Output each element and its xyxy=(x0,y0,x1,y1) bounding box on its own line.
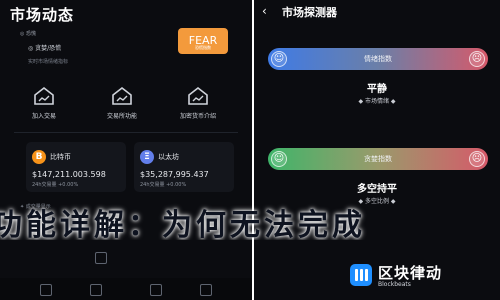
fear-label: ◎ 恐慌 xyxy=(20,31,36,37)
coin-change: 24h交易量 +0.00% xyxy=(32,182,79,188)
home-icon[interactable] xyxy=(95,252,107,264)
coin-name: 以太坊 xyxy=(158,153,179,161)
nav-market-icon[interactable] xyxy=(90,284,102,296)
overlay-headline: 功能详解：为何无法完成 xyxy=(0,208,366,240)
sentiment-value: 平静 xyxy=(367,84,387,95)
back-arrow-icon[interactable]: ‹ xyxy=(262,4,276,18)
header: ‹ 市场探测器 xyxy=(254,0,500,24)
shortcut-row: 加入交易 交易所功能 加密货币介绍 xyxy=(0,84,252,124)
brand-sub: Blockbeats xyxy=(378,281,411,288)
shortcut-crypto[interactable]: 加密货币介绍 xyxy=(168,84,228,120)
fear-button-sub: 恐慌指数 xyxy=(195,45,211,50)
frown-icon: ☹ xyxy=(469,151,485,167)
bitcoin-icon: B xyxy=(32,150,46,164)
shortcut-label: 加入交易 xyxy=(31,113,56,120)
home-chart-icon xyxy=(188,86,208,105)
sentiment-label: ◎ 贪婪/恐慌 xyxy=(28,45,62,52)
brand-name: 区块律动 xyxy=(378,264,443,282)
brand-logo-block: 区块律动 Blockbeats xyxy=(350,262,500,290)
sentiment-gauge[interactable]: ☺ 情绪指数 ☹ xyxy=(268,48,488,70)
sentiment-note: ◆ 市场情绪 ◆ xyxy=(358,98,396,105)
home-chart-icon xyxy=(112,86,132,105)
ethereum-icon: Ξ xyxy=(140,150,154,164)
greed-value: 多空持平 xyxy=(357,184,397,195)
frown-icon: ☹ xyxy=(469,51,485,67)
gauge-label: 贪婪指数 xyxy=(364,155,392,163)
coin-price: $147,211.003.598 xyxy=(32,170,106,179)
blockbeats-logo-icon xyxy=(350,264,372,286)
greed-gauge[interactable]: ☺ 贪婪指数 ☹ xyxy=(268,148,488,170)
coin-card-eth[interactable]: Ξ 以太坊 $35,287,995.437 24h交易量 +0.00% xyxy=(134,142,234,192)
coin-name: 比特币 xyxy=(50,153,71,161)
shortcut-label: 交易所功能 xyxy=(106,113,137,120)
sentiment-caption: 实时市场情绪指标 xyxy=(28,59,69,65)
nav-profile-icon[interactable] xyxy=(200,284,212,296)
shortcut-label: 加密货币介绍 xyxy=(179,113,216,120)
page-title: 市场探测器 xyxy=(282,6,337,19)
gauge-label: 情绪指数 xyxy=(364,55,392,63)
page-title: 市场动态 xyxy=(10,6,75,24)
home-chart-icon xyxy=(34,86,54,105)
coin-change: 24h交易量 +0.00% xyxy=(140,182,187,188)
right-phone-screen: ‹ 市场探测器 ☺ 情绪指数 ☹ 平静 ◆ 市场情绪 ◆ ☺ 贪婪指数 ☹ 多空… xyxy=(254,0,500,300)
coin-card-btc[interactable]: B 比特币 $147,211.003.598 24h交易量 +0.00% xyxy=(26,142,126,192)
nav-home-icon[interactable] xyxy=(40,284,52,296)
nav-trade-icon[interactable] xyxy=(150,284,162,296)
fear-index-button[interactable]: FEAR 恐慌指数 xyxy=(178,28,228,54)
coin-price: $35,287,995.437 xyxy=(140,170,209,179)
shortcut-trade[interactable]: 加入交易 xyxy=(14,84,74,120)
bottom-nav xyxy=(0,278,252,300)
divider xyxy=(14,132,238,133)
shortcut-exchange[interactable]: 交易所功能 xyxy=(92,84,152,120)
left-phone-screen: 市场动态 ◎ 恐慌 ◎ 贪婪/恐慌 实时市场情绪指标 FEAR 恐慌指数 加入交… xyxy=(0,0,252,300)
